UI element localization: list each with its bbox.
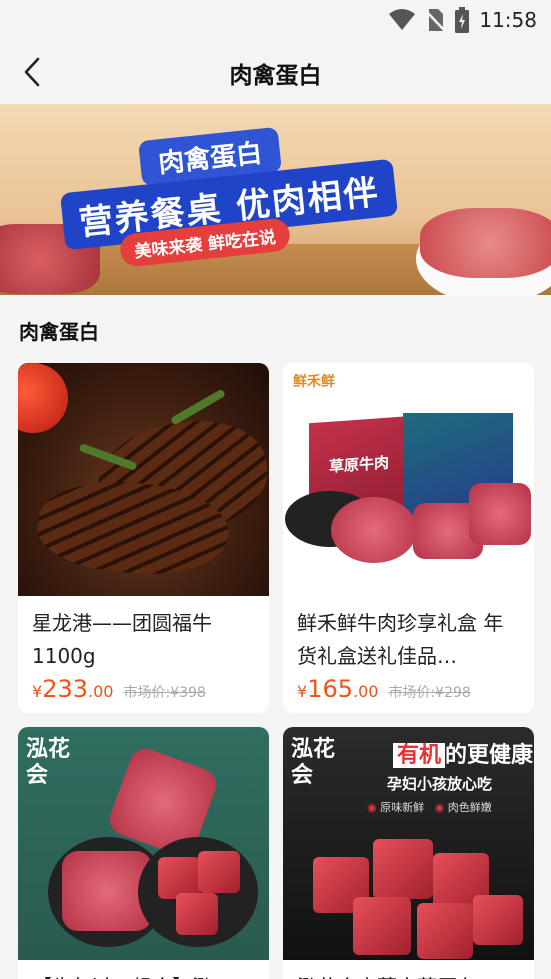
price-integer: 165 xyxy=(307,675,353,703)
image-headline: 有机 的更健康 xyxy=(393,737,533,769)
price-integer: 233 xyxy=(42,675,88,703)
box-label: 草原牛肉 xyxy=(329,453,390,476)
tomato-image xyxy=(18,363,68,433)
image-subheadline: 孕妇小孩放心吃 xyxy=(387,775,493,793)
product-image: 鲜禾鲜 草原牛肉 xyxy=(283,363,534,596)
price-row: ¥ 233 .00 市场价:¥398 xyxy=(32,675,206,703)
status-icons: 11:58 xyxy=(389,7,537,33)
herb-image xyxy=(170,388,226,426)
market-price: 市场价:¥298 xyxy=(388,685,471,701)
meat-cube-image xyxy=(353,897,411,955)
battery-charging-icon xyxy=(455,7,470,33)
product-card[interactable]: 泓花会 【牛年过五组合】泓 xyxy=(18,727,269,979)
product-name: 星龙港——团圆福牛1100g xyxy=(32,611,212,668)
price-decimal: .00 xyxy=(88,682,114,701)
product-card[interactable]: 星龙港——团圆福牛1100g ¥ 233 .00 市场价:¥398 xyxy=(18,363,269,713)
currency-symbol: ¥ xyxy=(297,682,308,701)
meat-cube-image xyxy=(176,893,218,935)
page-title: 肉禽蛋白 xyxy=(229,63,322,89)
check-icon: ◉ xyxy=(434,801,445,814)
image-brand: 泓花会 xyxy=(291,737,336,788)
meat-cube-image xyxy=(473,895,523,945)
image-tag: 原味新鲜 xyxy=(380,801,425,814)
price-decimal: .00 xyxy=(353,682,379,701)
meat-image xyxy=(331,497,417,563)
meat-cube-image xyxy=(417,903,473,959)
product-name: 【牛年过五组合】泓 xyxy=(32,971,256,979)
product-name: 鲜禾鲜牛肉珍享礼盒 年货礼盒送礼佳品… xyxy=(297,611,504,668)
meat-cube-image xyxy=(373,839,433,899)
price-row: ¥ 165 .00 市场价:¥298 xyxy=(297,675,471,703)
product-image: 泓花会 有机 的更健康 孕妇小孩放心吃 ◉ 原味新鲜 ◉ 肉色鲜嫩 xyxy=(283,727,534,960)
currency-symbol: ¥ xyxy=(32,682,43,701)
wifi-icon xyxy=(389,9,416,30)
market-price: 市场价:¥398 xyxy=(123,685,206,701)
image-tag: 肉色鲜嫩 xyxy=(447,801,492,814)
image-brand: 鲜禾鲜 xyxy=(293,374,335,390)
nav-bar: 肉禽蛋白 xyxy=(0,40,551,104)
product-image: 泓花会 xyxy=(18,727,269,960)
product-card[interactable]: 鲜禾鲜 草原牛肉 鲜禾鲜牛肉珍享礼盒 年货礼盒送礼佳品… ¥ 165 .00 市… xyxy=(283,363,534,713)
product-image xyxy=(18,363,269,596)
section-title: 肉禽蛋白 xyxy=(19,320,99,344)
image-tags: ◉ 原味新鲜 ◉ 肉色鲜嫩 xyxy=(367,799,492,815)
check-icon: ◉ xyxy=(367,801,377,814)
status-bar: 11:58 xyxy=(0,0,551,40)
image-headline-b: 的更健康 xyxy=(445,743,534,768)
image-headline-a: 有机 xyxy=(393,743,446,768)
meat-cube-image xyxy=(198,851,240,893)
image-brand: 泓花会 xyxy=(26,737,71,788)
status-time: 11:58 xyxy=(479,8,537,32)
no-sim-icon xyxy=(425,9,446,31)
meat-image xyxy=(469,483,531,545)
product-card[interactable]: 泓花会 有机的更健康 孕妇小孩放心吃 ◉ 原味新鲜 ◉ 肉色鲜嫩 泓花会内蒙古草… xyxy=(283,727,534,979)
meat-image xyxy=(420,208,551,278)
product-name: 泓花会内蒙古草原有 xyxy=(297,971,521,979)
category-banner: 肉禽蛋白 营养餐桌 优肉相伴 美味来袭 鲜吃在说 xyxy=(0,104,551,295)
